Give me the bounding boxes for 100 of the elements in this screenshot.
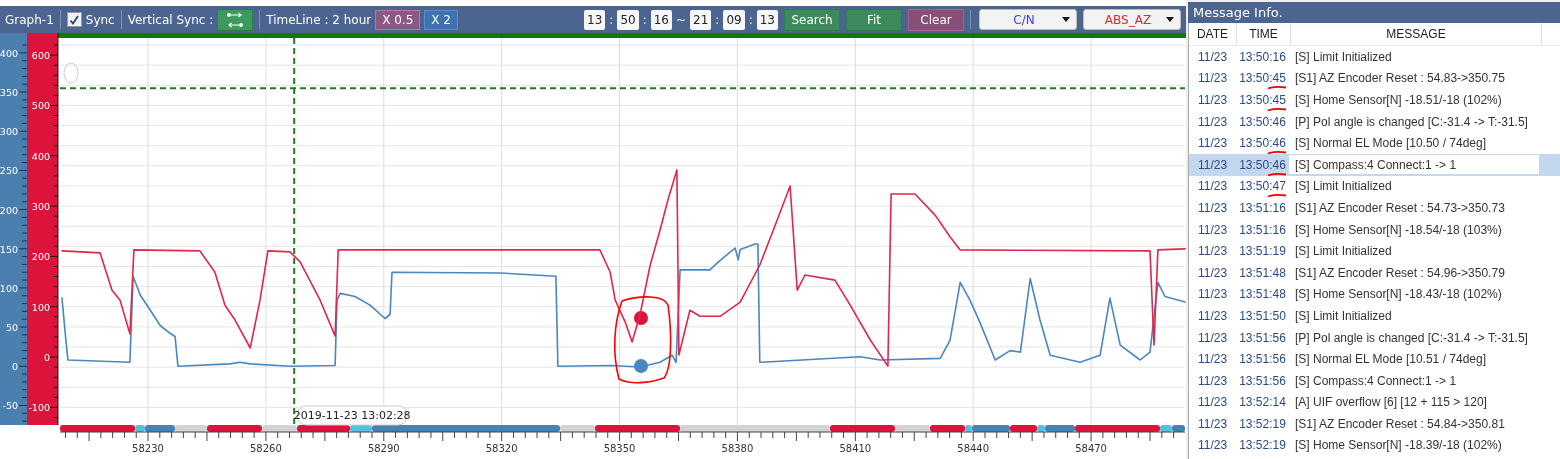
time-field[interactable]: 09 <box>723 9 745 30</box>
axis-label: 200 <box>0 204 18 216</box>
axis-label: 300 <box>0 126 18 138</box>
time-cell-text: 13:51:48 <box>1238 287 1287 302</box>
message-row[interactable]: 11/23 13:52:19 [S1] AZ Encoder Reset : 54.84->350.81 <box>1189 413 1560 435</box>
date-cell-text: 11/23 <box>1196 93 1229 107</box>
message-cell-text: [S] Home Sensor[N] -18.54/-18 (103%) <box>1294 222 1503 237</box>
message-row[interactable]: 11/23 13:50:47 [S] Limit Initialized <box>1189 175 1560 198</box>
time-cell: 13:50:47 <box>1236 179 1289 194</box>
sync-checkbox[interactable] <box>66 12 82 27</box>
date-cell-text: 11/23 <box>1196 352 1229 367</box>
axis-label: 150 <box>0 243 18 255</box>
date-cell-text: 11/23 <box>1196 200 1229 215</box>
message-row[interactable]: 11/23 13:51:19 [S] Limit Initialized <box>1189 240 1560 262</box>
message-row[interactable]: 11/23 13:50:16 [S] Limit Initialized <box>1189 46 1560 68</box>
date-cell-text: 11/23 <box>1196 136 1229 151</box>
cursor-tooltip: 2019-11-23 13:02:28 <box>293 405 411 426</box>
time-field[interactable]: 16 <box>650 9 672 30</box>
time-separator: : <box>715 12 720 27</box>
message-row[interactable]: 11/23 13:51:48 [S1] AZ Encoder Reset : 54.96->350.79 <box>1189 261 1560 284</box>
axis-label: 200 <box>31 251 50 263</box>
message-row[interactable]: 11/23 13:52:19 [S] Home Sensor[N] -18.39/-18 (102%) <box>1189 434 1560 457</box>
time-cell: 13:50:46 <box>1236 157 1289 172</box>
toolbar-button[interactable]: Clear <box>908 8 964 31</box>
date-cell-text: 11/23 <box>1196 395 1229 410</box>
time-cell-text: 13:51:48 <box>1238 265 1287 280</box>
time-cell-text: 13:51:56 <box>1238 352 1287 367</box>
zoom-button[interactable]: X 0.5 <box>375 9 421 30</box>
message-cell-text: [S] Limit Initialized <box>1294 244 1393 259</box>
message-cell-text: [S1] AZ Encoder Reset : 54.96->350.79 <box>1294 265 1506 280</box>
column-header[interactable]: DATE <box>1189 23 1237 45</box>
axis-label: 600 <box>31 50 50 62</box>
time-cell-text: 13:50:46 <box>1238 114 1287 129</box>
time-cell-text: 13:51:50 <box>1238 308 1287 323</box>
message-cell-text: [P] Pol angle is changed [C:-31.4 -> T:-31.5] <box>1294 114 1529 129</box>
column-header[interactable]: TIME <box>1237 23 1291 45</box>
message-row[interactable]: 11/23 13:51:56 [S] Normal EL Mode [10.51 / 74deg] <box>1189 348 1560 370</box>
message-cell-text: [S] Normal EL Mode [10.50 / 74deg] <box>1294 136 1487 151</box>
message-cell-text: [S] Home Sensor[N] -18.39/-18 (102%) <box>1294 438 1503 453</box>
axis-label: 100 <box>31 301 50 313</box>
axis-label: 350 <box>0 87 18 99</box>
axis-label: 100 <box>0 282 18 294</box>
time-separator: : <box>609 12 614 27</box>
date-cell-text: 11/23 <box>1196 222 1229 237</box>
axis-label: 58440 <box>957 443 990 454</box>
vertical-sync-label: Vertical Sync : <box>127 12 214 27</box>
timeline-label: TimeLine : 2 hour <box>266 12 372 27</box>
axis-label: 58290 <box>367 443 400 454</box>
date-cell-text: 11/23 <box>1196 308 1229 323</box>
series-dropdown[interactable]: C/N <box>979 9 1077 30</box>
column-header[interactable]: MESSAGE <box>1291 23 1542 45</box>
time-cell: 13:50:45 <box>1236 93 1289 107</box>
message-cell-text: [S] Limit Initialized <box>1294 308 1393 323</box>
date-cell-text: 11/23 <box>1196 438 1229 453</box>
message-row[interactable]: 11/23 13:51:50 [S] Limit Initialized <box>1189 305 1560 327</box>
zoom-button[interactable]: X 2 <box>424 9 458 30</box>
message-row[interactable]: 11/23 13:51:56 [S] Compass:4 Connect:1 -> 1 <box>1189 369 1560 392</box>
date-cell-text: 11/23 <box>1196 265 1229 280</box>
axis-label: 400 <box>0 47 18 59</box>
empty-oval <box>63 62 79 84</box>
message-cell-text: [S1] AZ Encoder Reset : 54.83->350.75 <box>1294 71 1506 86</box>
message-cell-text: [P] Pol angle is changed [C:-31.4 -> T:-31.5] <box>1294 330 1529 345</box>
toolbar-button[interactable]: Fit <box>846 8 902 31</box>
message-row[interactable]: 11/23 13:52:14 [A] UIF overflow [6] [12 + 115 > 120] <box>1189 391 1560 414</box>
time-separator: : <box>748 12 753 27</box>
time-cell: 13:50:46 <box>1236 136 1289 151</box>
time-field[interactable]: 13 <box>584 9 606 30</box>
time-cell-text: 13:51:56 <box>1238 373 1287 388</box>
date-cell-text: 11/23 <box>1196 114 1229 129</box>
axis-label: 58350 <box>603 443 636 454</box>
message-cell-text: [S] Home Sensor[N] -18.51/-18 (102%) <box>1294 93 1503 107</box>
vertical-sync-button[interactable] <box>217 8 254 31</box>
message-row[interactable]: 11/23 13:51:16 [S1] AZ Encoder Reset : 54.73->350.73 <box>1189 197 1560 219</box>
time-cell-text: 13:51:56 <box>1238 330 1287 345</box>
message-cell-text: [S1] AZ Encoder Reset : 54.84->350.81 <box>1294 416 1506 431</box>
axis-label: -50 <box>2 400 18 412</box>
series-dropdown[interactable]: ABS_AZ <box>1083 9 1181 30</box>
graph-title: Graph-1 <box>5 12 54 27</box>
time-field[interactable]: 50 <box>617 9 639 30</box>
message-row[interactable]: 11/23 13:50:46 [P] Pol angle is changed [C:-31.4 -> T:-31.5] <box>1189 110 1560 133</box>
time-separator: : <box>642 12 647 27</box>
cursor-line[interactable] <box>293 37 296 426</box>
toolbar-button[interactable]: Search <box>784 8 840 31</box>
axis-label: 500 <box>31 100 50 112</box>
time-cell-text: 13:51:19 <box>1238 244 1287 259</box>
range-separator: ~ <box>676 12 687 27</box>
axis-label: 58380 <box>721 443 754 454</box>
time-cell-text: 13:52:19 <box>1238 438 1287 453</box>
time-field[interactable]: 13 <box>756 9 778 30</box>
message-row[interactable]: 11/23 13:50:46 [S] Normal EL Mode [10.50 / 74deg] <box>1189 132 1560 154</box>
axis-label: 300 <box>31 201 50 213</box>
time-cell-text: 13:51:16 <box>1238 200 1287 215</box>
message-cell-text: [S] Limit Initialized <box>1294 179 1393 194</box>
time-field[interactable]: 21 <box>690 9 712 30</box>
message-row[interactable]: 11/23 13:51:56 [P] Pol angle is changed [C:-31.4 -> T:-31.5] <box>1189 326 1560 349</box>
message-row[interactable]: 11/23 13:50:46 [S] Compass:4 Connect:1 -> 1 <box>1189 153 1560 176</box>
message-row[interactable]: 11/23 13:50:45 [S1] AZ Encoder Reset : 54.83->350.75 <box>1189 67 1560 90</box>
message-row[interactable]: 11/23 13:51:16 [S] Home Sensor[N] -18.54/-18 (103%) <box>1189 218 1560 241</box>
message-row[interactable]: 11/23 13:51:48 [S] Home Sensor[N] -18.43/-18 (102%) <box>1189 283 1560 306</box>
message-row[interactable]: 11/23 13:50:45 [S] Home Sensor[N] -18.51/-18 (102%) <box>1189 89 1560 111</box>
